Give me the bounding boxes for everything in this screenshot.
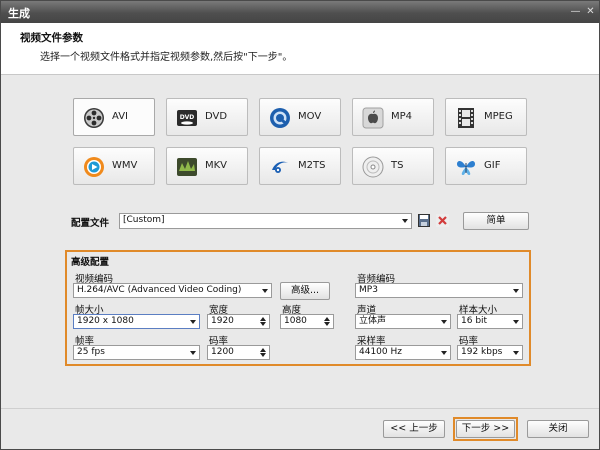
bitrate-value: 1200: [211, 347, 234, 357]
height-value: 1080: [284, 316, 307, 326]
audio-bitrate-select[interactable]: 192 kbps: [457, 345, 523, 360]
sample-size-value: 16 bit: [461, 316, 488, 326]
apple-icon: [362, 107, 384, 129]
chevron-down-icon: [510, 346, 522, 359]
disc-icon: [362, 156, 384, 178]
window-title: 生成: [8, 7, 30, 20]
delete-icon[interactable]: [436, 214, 449, 227]
format-label: AVI: [112, 111, 128, 122]
width-value: 1920: [211, 316, 234, 326]
format-label: MOV: [298, 111, 322, 122]
next-button[interactable]: 下一步 >>: [456, 420, 515, 438]
footer-divider: [1, 408, 599, 409]
format-label: MKV: [205, 160, 228, 171]
mkv-icon: [177, 158, 197, 176]
butterfly-icon: [457, 160, 475, 175]
channels-select[interactable]: 立体声: [355, 314, 451, 329]
frame-size-value: 1920 x 1080: [77, 316, 134, 326]
bitrate-stepper[interactable]: 1200: [207, 345, 270, 360]
format-dvd-button[interactable]: DVD DVD: [166, 98, 248, 136]
format-gif-button[interactable]: GIF: [445, 147, 527, 185]
title-bar: 生成 — ✕: [1, 1, 599, 23]
avi-film-reel-icon: [84, 108, 104, 128]
format-label: DVD: [205, 111, 228, 122]
width-stepper[interactable]: 1920: [207, 314, 270, 329]
frame-size-select[interactable]: 1920 x 1080: [73, 314, 200, 329]
close-icon[interactable]: ✕: [584, 5, 597, 18]
video-codec-select[interactable]: H.264/AVC (Advanced Video Coding): [73, 283, 272, 298]
audio-codec-select[interactable]: MP3: [355, 283, 523, 298]
chevron-down-icon: [438, 346, 450, 359]
format-mpeg-button[interactable]: MPEG: [445, 98, 527, 136]
close-button[interactable]: 关闭: [527, 420, 589, 438]
minimize-icon[interactable]: —: [569, 5, 582, 18]
dvd-icon: DVD: [177, 110, 197, 126]
chevron-down-icon: [259, 284, 271, 297]
sample-rate-select[interactable]: 44100 Hz: [355, 345, 451, 360]
frame-rate-select[interactable]: 25 fps: [73, 345, 200, 360]
sample-size-select[interactable]: 16 bit: [457, 314, 523, 329]
dialog-window: 生成 — ✕ 视频文件参数 选择一个视频文件格式并指定视频参数,然后按"下一步"…: [0, 0, 600, 450]
stepper-down-icon[interactable]: [259, 322, 268, 328]
chevron-down-icon: [399, 214, 411, 227]
format-m2ts-button[interactable]: M2TS: [259, 147, 341, 185]
channels-value: 立体声: [359, 316, 387, 326]
sample-rate-value: 44100 Hz: [359, 347, 402, 357]
simple-button[interactable]: 简单: [463, 212, 529, 230]
profile-value: [Custom]: [123, 215, 165, 225]
windows-media-icon: [84, 157, 104, 177]
chevron-down-icon: [510, 284, 522, 297]
advanced-settings-title: 高级配置: [71, 257, 110, 268]
audio-codec-value: MP3: [359, 285, 378, 295]
header-panel: 视频文件参数 选择一个视频文件格式并指定视频参数,然后按"下一步"。: [1, 23, 599, 75]
back-button[interactable]: << 上一步: [383, 420, 445, 438]
format-label: M2TS: [298, 160, 326, 171]
profile-label: 配置文件: [71, 218, 110, 229]
chevron-down-icon: [187, 346, 199, 359]
profile-select[interactable]: [Custom]: [119, 213, 412, 229]
page-title: 视频文件参数: [20, 32, 83, 44]
format-ts-button[interactable]: TS: [352, 147, 434, 185]
format-mov-button[interactable]: MOV: [259, 98, 341, 136]
format-wmv-button[interactable]: WMV: [73, 147, 155, 185]
format-mp4-button[interactable]: MP4: [352, 98, 434, 136]
stepper-down-icon[interactable]: [323, 322, 332, 328]
format-label: MPEG: [484, 111, 513, 122]
format-label: MP4: [391, 111, 413, 122]
audio-bitrate-value: 192 kbps: [461, 347, 503, 357]
advanced-video-button[interactable]: 高级...: [280, 282, 330, 300]
film-strip-icon: [458, 108, 474, 128]
frame-rate-value: 25 fps: [77, 347, 105, 357]
bluray-icon: [272, 161, 288, 173]
format-avi-button[interactable]: AVI: [73, 98, 155, 136]
chevron-down-icon: [438, 315, 450, 328]
svg-text:DVD: DVD: [180, 114, 195, 121]
format-label: WMV: [112, 160, 138, 171]
format-label: TS: [391, 160, 404, 171]
video-codec-value: H.264/AVC (Advanced Video Coding): [77, 285, 242, 295]
quicktime-icon: [270, 108, 290, 128]
chevron-down-icon: [510, 315, 522, 328]
format-label: GIF: [484, 160, 501, 171]
stepper-down-icon[interactable]: [259, 353, 268, 359]
height-stepper[interactable]: 1080: [280, 314, 334, 329]
format-mkv-button[interactable]: MKV: [166, 147, 248, 185]
page-subtitle: 选择一个视频文件格式并指定视频参数,然后按"下一步"。: [40, 52, 293, 63]
chevron-down-icon: [187, 315, 199, 328]
save-icon[interactable]: [418, 214, 430, 227]
